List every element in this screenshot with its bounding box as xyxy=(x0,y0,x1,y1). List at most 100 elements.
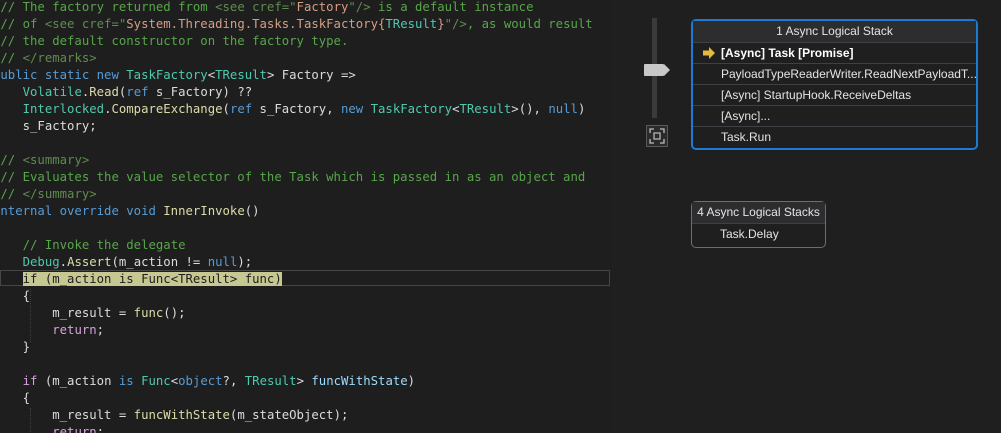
code-token: TResult xyxy=(385,17,438,31)
code-token: /// xyxy=(0,187,16,201)
code-token: /// xyxy=(0,153,16,167)
code-token: TResult xyxy=(244,374,297,388)
fit-to-view-icon xyxy=(649,128,665,144)
code-line: /// </remarks> xyxy=(0,50,97,67)
code-token: , as would result xyxy=(466,17,593,31)
code-line: Interlocked.CompareExchange(ref s_Factor… xyxy=(0,101,586,118)
code-token: CompareExchange xyxy=(111,102,223,116)
stack-frame-list: Task.Delay xyxy=(692,223,825,244)
code-token: funcWithState xyxy=(133,408,230,422)
async-logical-stack-node-2[interactable]: 4 Async Logical Stacks Task.Delay xyxy=(691,201,826,248)
stack-frame-label: Task.Run xyxy=(721,130,772,144)
code-token: null xyxy=(207,255,238,269)
code-token: Func xyxy=(141,374,171,388)
code-line: { xyxy=(0,390,30,407)
code-token: { xyxy=(22,289,31,303)
code-line: /// </summary> xyxy=(0,186,97,203)
code-line: Volatile.Read(ref s_Factory) ?? xyxy=(0,84,253,101)
code-token: System.Threading.Tasks.TaskFactory{ xyxy=(126,17,386,31)
code-token: func xyxy=(133,306,164,320)
code-token: Factory xyxy=(296,0,349,14)
stack-frame[interactable]: Task.Delay xyxy=(692,223,825,244)
stack-frame[interactable]: [Async] StartupHook.ReceiveDeltas xyxy=(693,84,976,105)
code-token: /// the default constructor on the facto… xyxy=(0,34,349,48)
code-token: Volatile xyxy=(22,85,82,99)
code-token: >(), xyxy=(511,102,549,116)
code-token: /// of xyxy=(0,17,38,31)
code-token: < xyxy=(207,68,216,82)
code-token: (m_stateObject); xyxy=(229,408,349,422)
code-token: // Invoke the delegate xyxy=(22,238,186,252)
code-token: s_Factory; xyxy=(22,119,97,133)
code-token: TResult xyxy=(215,68,267,82)
pane-splitter[interactable] xyxy=(612,0,636,433)
code-token: ref xyxy=(126,85,149,99)
code-line: m_result = funcWithState(m_stateObject); xyxy=(0,407,348,424)
code-token: (m_action xyxy=(37,374,119,388)
code-token: InnerInvoke xyxy=(163,204,245,218)
code-token: is a default instance xyxy=(370,0,534,14)
stack-node-header: 4 Async Logical Stacks xyxy=(692,202,825,223)
code-token: is xyxy=(118,374,142,388)
code-token: /// Evaluates the value selector of the … xyxy=(0,170,586,184)
stack-frame[interactable]: PayloadTypeReaderWriter.ReadNextPayloadT… xyxy=(693,63,976,84)
stack-frame-label: [Async]... xyxy=(721,109,771,123)
code-token: > xyxy=(296,374,312,388)
stack-frame[interactable]: Task.Run xyxy=(693,126,976,147)
indent-guide xyxy=(30,408,31,433)
code-token: funcWithState xyxy=(311,374,408,388)
code-editor[interactable]: /// The factory returned from <see cref=… xyxy=(0,0,612,433)
code-line: return; xyxy=(0,424,104,433)
code-token: m_result = xyxy=(52,306,134,320)
zoom-to-fit-button[interactable] xyxy=(646,125,668,147)
code-line: /// The factory returned from <see cref=… xyxy=(0,0,533,16)
code-token: TaskFactory xyxy=(370,102,453,116)
stack-frame-label: PayloadTypeReaderWriter.ReadNextPayloadT… xyxy=(721,67,976,81)
code-line: m_result = func(); xyxy=(0,305,186,322)
code-token: (m_action != xyxy=(111,255,208,269)
code-token: Debug xyxy=(22,255,60,269)
code-token: ; xyxy=(96,425,105,433)
code-token: ) xyxy=(407,374,416,388)
code-line: /// the default constructor on the facto… xyxy=(0,33,348,50)
stack-frame-label: [Async] Task [Promise] xyxy=(721,46,854,60)
code-token: return xyxy=(52,323,97,337)
code-token: ref xyxy=(229,102,253,116)
stack-frame[interactable]: [Async] Task [Promise] xyxy=(693,42,976,63)
code-line: } xyxy=(0,339,30,356)
code-token: ?, xyxy=(222,374,245,388)
stack-frame[interactable]: [Async]... xyxy=(693,105,976,126)
code-token: return xyxy=(52,425,97,433)
current-statement-highlight: if (m_action is Func<TResult> func) xyxy=(22,272,282,286)
code-token: Read xyxy=(89,85,119,99)
code-line: /// <summary> xyxy=(0,152,89,169)
indent-guide xyxy=(30,289,31,342)
code-token: () xyxy=(244,204,260,218)
code-line: /// Evaluates the value selector of the … xyxy=(0,169,585,186)
stack-node-header: 1 Async Logical Stack xyxy=(693,21,976,42)
code-line: s_Factory; xyxy=(0,118,97,135)
code-token: (); xyxy=(163,306,186,320)
async-logical-stack-node-1[interactable]: 1 Async Logical Stack [Async] Task [Prom… xyxy=(691,19,978,150)
stack-frame-label: Task.Delay xyxy=(720,227,779,241)
code-token: "/> xyxy=(444,17,467,31)
code-token: } xyxy=(22,340,31,354)
code-line: return; xyxy=(0,322,104,339)
code-token: > Factory => xyxy=(266,68,356,82)
code-token: internal override void xyxy=(0,204,164,218)
code-line: Debug.Assert(m_action != null); xyxy=(0,254,253,271)
code-token: null xyxy=(548,102,578,116)
code-token: ; xyxy=(96,323,105,337)
code-token: s_Factory) ?? xyxy=(148,85,253,99)
code-token: Interlocked xyxy=(22,102,105,116)
code-token: /// The factory returned from xyxy=(0,0,216,14)
code-token: "/> xyxy=(348,0,371,14)
code-token: m_result = xyxy=(52,408,134,422)
stack-frame-label: [Async] StartupHook.ReceiveDeltas xyxy=(721,88,912,102)
code-line: public static new TaskFactory<TResult> F… xyxy=(0,67,356,84)
code-token: <see cref=" xyxy=(215,0,297,14)
zoom-slider-thumb[interactable] xyxy=(644,64,670,76)
code-line: if (m_action is Func<object?, TResult> f… xyxy=(0,373,415,390)
code-token: ); xyxy=(237,255,253,269)
code-token: if xyxy=(22,374,38,388)
